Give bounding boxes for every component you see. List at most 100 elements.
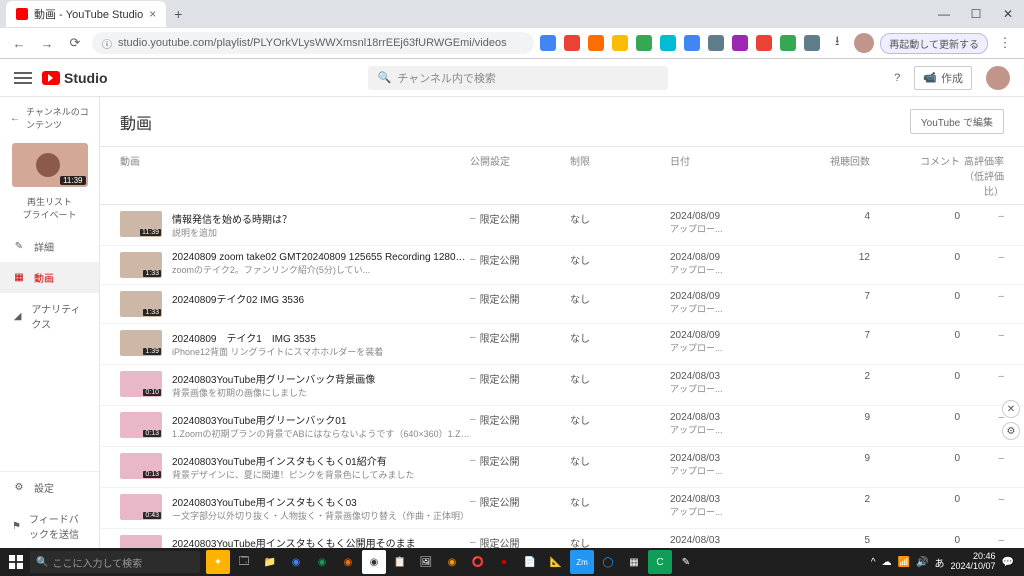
video-thumbnail[interactable]: 1:33	[120, 291, 162, 317]
table-row[interactable]: 1:3320240809テイク02 IMG 3536限定公開なし2024/08/…	[100, 285, 1024, 324]
site-info-icon[interactable]: ⓘ	[102, 36, 112, 51]
taskbar-app-icon[interactable]: ◉	[284, 550, 308, 574]
nav-forward-icon[interactable]: →	[36, 32, 58, 54]
extension-icon[interactable]	[612, 35, 628, 51]
taskbar-search[interactable]: 🔍 ここに入力して検索	[30, 551, 200, 573]
taskbar-app-icon[interactable]: 📁	[258, 550, 282, 574]
sidebar-item-詳細[interactable]: ✎詳細	[0, 231, 99, 262]
sidebar-bottom-フィードバックを送信[interactable]: ⚑フィードバックを送信	[0, 503, 99, 549]
video-title[interactable]: 20240803YouTube用グリーンバック01	[172, 412, 470, 427]
taskbar-app-icon[interactable]: ◉	[310, 550, 334, 574]
video-thumbnail[interactable]: 0:22	[120, 535, 162, 549]
video-thumbnail[interactable]: 0:43	[120, 494, 162, 520]
extension-icon[interactable]	[780, 35, 796, 51]
taskbar-app-icon[interactable]: ⭕	[466, 550, 490, 574]
video-title[interactable]: 20240809テイク02 IMG 3536	[172, 291, 470, 306]
notification-icon[interactable]: 💬	[1002, 557, 1014, 568]
video-title[interactable]: 情報発信を始める時期は？	[172, 211, 470, 226]
tray-ime[interactable]: あ	[935, 555, 945, 570]
taskbar-app-icon[interactable]: Zm	[570, 550, 594, 574]
video-title[interactable]: 20240809 zoom take02 GMT20240809 125655 …	[172, 252, 470, 263]
extension-icon[interactable]	[636, 35, 652, 51]
tab-strip: 動画 - YouTube Studio × + — ☐ ✕	[0, 0, 1024, 28]
video-title[interactable]: 20240803YouTube用グリーンバック背景画像	[172, 371, 470, 386]
float-gear-icon[interactable]: ⚙	[1002, 422, 1020, 440]
playlist-thumbnail[interactable]: 11:39	[12, 143, 88, 187]
taskbar-app-icon[interactable]: 🗔	[232, 550, 256, 574]
nav-reload-icon[interactable]: ⟳	[64, 32, 86, 54]
taskbar-app-icon[interactable]: 🖼	[414, 550, 438, 574]
window-maximize-icon[interactable]: ☐	[960, 0, 992, 28]
taskbar-app-icon[interactable]: ✎	[674, 550, 698, 574]
window-close-icon[interactable]: ✕	[992, 0, 1024, 28]
create-button[interactable]: 📹 作成	[914, 66, 972, 90]
video-thumbnail[interactable]: 11:39	[120, 211, 162, 237]
taskbar-app-icon[interactable]: ◉	[362, 550, 386, 574]
menu-icon[interactable]	[14, 72, 32, 84]
table-row[interactable]: 0:1020240803YouTube用グリーンバック背景画像背景画像を初期の画…	[100, 365, 1024, 406]
taskbar-app-icon[interactable]: C	[648, 550, 672, 574]
extension-icon[interactable]	[684, 35, 700, 51]
taskbar-app-icon[interactable]: ▦	[622, 550, 646, 574]
sidebar-item-動画[interactable]: ▦動画	[0, 262, 99, 293]
video-thumbnail[interactable]: 1:33	[120, 252, 162, 278]
table-row[interactable]: 0:1320240803YouTube用インスタもくもく01紹介有背景デザインに…	[100, 447, 1024, 488]
tray-chevron-icon[interactable]: ^	[871, 557, 876, 568]
window-minimize-icon[interactable]: —	[928, 0, 960, 28]
channel-search-input[interactable]: 🔍 チャンネル内で検索	[368, 66, 668, 90]
studio-logo[interactable]: Studio	[42, 70, 108, 86]
video-title[interactable]: 20240803YouTube用インスタもくもく公開用そのまま	[172, 535, 470, 549]
video-thumbnail[interactable]: 0:13	[120, 453, 162, 479]
table-row[interactable]: 11:39情報発信を始める時期は？説明を追加限定公開なし2024/08/09アッ…	[100, 205, 1024, 246]
video-title[interactable]: 20240803YouTube用インスタもくもく01紹介有	[172, 453, 470, 468]
video-thumbnail[interactable]: 0:10	[120, 371, 162, 397]
downloads-icon[interactable]: ⭳	[826, 32, 848, 54]
extension-icon[interactable]	[540, 35, 556, 51]
video-thumbnail[interactable]: 1:39	[120, 330, 162, 356]
video-info: 20240809 zoom take02 GMT20240809 125655 …	[172, 252, 470, 276]
taskbar-clock[interactable]: 20:46 2024/10/07	[951, 552, 996, 572]
video-thumbnail[interactable]: 0:13	[120, 412, 162, 438]
taskbar-app-icon[interactable]: ◯	[596, 550, 620, 574]
table-row[interactable]: 0:1320240803YouTube用グリーンバック011.Zoomの初期プラ…	[100, 406, 1024, 447]
taskbar-app-icon[interactable]: 📐	[544, 550, 568, 574]
tray-volume-icon[interactable]: 🔊	[916, 557, 928, 568]
new-tab-button[interactable]: +	[166, 6, 190, 22]
table-row[interactable]: 1:33 20240809 zoom take02 GMT20240809 125…	[100, 246, 1024, 285]
taskbar-app-icon[interactable]: ◉	[440, 550, 464, 574]
extension-icon[interactable]	[708, 35, 724, 51]
sidebar-back[interactable]: ← チャンネルのコンテンツ	[0, 97, 99, 139]
extension-icon[interactable]	[588, 35, 604, 51]
extension-icon[interactable]	[756, 35, 772, 51]
account-avatar[interactable]	[986, 66, 1010, 90]
extension-icon[interactable]	[804, 35, 820, 51]
table-row[interactable]: 0:4320240803YouTube用インスタもくもく03ー文字部分以外切り抜…	[100, 488, 1024, 529]
video-title[interactable]: 20240803YouTube用インスタもくもく03	[172, 494, 470, 509]
video-title[interactable]: 20240809 テイク1 IMG 3535	[172, 330, 470, 345]
taskbar-app-icon[interactable]: 📋	[388, 550, 412, 574]
float-close-icon[interactable]: ✕	[1002, 400, 1020, 418]
tab-close-icon[interactable]: ×	[149, 7, 156, 21]
taskbar-app-icon[interactable]: ◉	[336, 550, 360, 574]
help-icon[interactable]: ?	[894, 72, 900, 84]
start-button[interactable]	[4, 550, 28, 574]
update-pill[interactable]: 再起動して更新する	[880, 33, 988, 54]
table-row[interactable]: 1:3920240809 テイク1 IMG 3535iPhone12背面 リング…	[100, 324, 1024, 365]
extension-icon[interactable]	[564, 35, 580, 51]
nav-back-icon[interactable]: ←	[8, 32, 30, 54]
browser-tab[interactable]: 動画 - YouTube Studio ×	[6, 1, 166, 27]
extension-icon[interactable]	[732, 35, 748, 51]
sidebar-bottom-設定[interactable]: ⚙設定	[0, 472, 99, 503]
sidebar-item-アナリティクス[interactable]: ◢アナリティクス	[0, 293, 99, 339]
address-bar[interactable]: ⓘ studio.youtube.com/playlist/PLYOrkVLys…	[92, 32, 534, 54]
taskbar-app-icon[interactable]: ⏺	[492, 550, 516, 574]
taskbar-app-icon[interactable]: 📄	[518, 550, 542, 574]
table-row[interactable]: 0:2220240803YouTube用インスタもくもく公開用そのままインスタラ…	[100, 529, 1024, 549]
chrome-menu-icon[interactable]: ⋮	[994, 32, 1016, 54]
profile-avatar[interactable]	[854, 33, 874, 53]
tray-onedrive-icon[interactable]: ☁	[882, 557, 892, 568]
taskbar-app-icon[interactable]: ✦	[206, 550, 230, 574]
extension-icon[interactable]	[660, 35, 676, 51]
tray-network-icon[interactable]: 📶	[898, 557, 910, 568]
edit-on-youtube-button[interactable]: YouTube で編集	[910, 109, 1004, 134]
